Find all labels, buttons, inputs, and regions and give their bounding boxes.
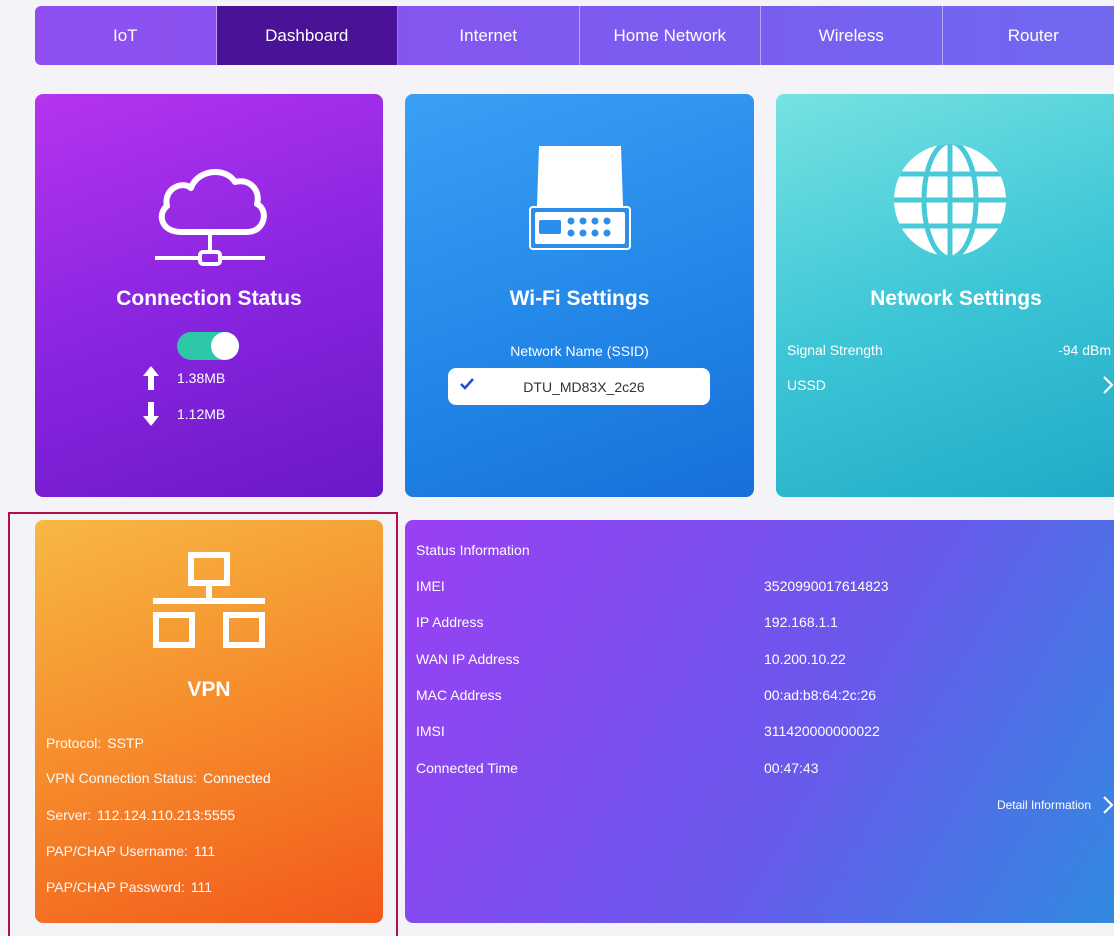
vpn-protocol: Protocol: SSTP: [46, 735, 144, 751]
status-information-title: Status Information: [416, 542, 530, 558]
status-information-card: Status Information IMEI 3520990017614823…: [405, 520, 1114, 923]
tab-internet[interactable]: Internet: [398, 6, 580, 65]
router-icon: [529, 146, 631, 250]
vpn-title: VPN: [187, 678, 231, 701]
connection-toggle[interactable]: [177, 332, 239, 360]
vpn-connection-status-value: Connected: [202, 770, 271, 786]
ip-address-label: IP Address: [416, 614, 484, 630]
wan-ip-label: WAN IP Address: [416, 651, 520, 667]
tab-router[interactable]: Router: [943, 6, 1114, 65]
wan-ip-value: 10.200.10.22: [764, 651, 846, 667]
tab-home-network[interactable]: Home Network: [580, 6, 761, 65]
check-icon: [460, 378, 474, 390]
signal-strength-label: Signal Strength: [787, 342, 883, 358]
mac-address-label: MAC Address: [416, 687, 502, 703]
ssid-box[interactable]: DTU_MD83X_2c26: [448, 368, 710, 405]
signal-strength-row: Signal Strength -94 dBm: [787, 342, 1111, 358]
network-topology-icon: [153, 552, 265, 648]
tab-iot[interactable]: IoT: [35, 6, 217, 65]
chevron-right-icon: [1103, 796, 1113, 814]
globe-icon: [894, 144, 1006, 256]
vpn-connection-status: VPN Connection Status: Connected: [46, 770, 271, 786]
vpn-username: PAP/CHAP Username: 111: [46, 843, 215, 859]
main-nav: IoT Dashboard Internet Home Network Wire…: [35, 6, 1114, 65]
connected-time-value: 00:47:43: [764, 760, 819, 776]
imei-value: 3520990017614823: [764, 578, 889, 594]
vpn-username-label: PAP/CHAP Username:: [46, 843, 188, 859]
download-value: 1.12MB: [177, 406, 226, 422]
chevron-right-icon[interactable]: [1103, 376, 1113, 394]
ussd-row[interactable]: USSD: [787, 376, 1113, 394]
wifi-settings-title: Wi-Fi Settings: [509, 287, 650, 310]
download-traffic: 1.12MB: [143, 402, 225, 426]
vpn-password-value: 111: [190, 879, 213, 895]
network-settings-title: Network Settings: [870, 287, 1042, 310]
ssid-value: DTU_MD83X_2c26: [523, 378, 645, 395]
upload-value: 1.38MB: [177, 370, 226, 386]
ssid-label: Network Name (SSID): [510, 343, 649, 359]
vpn-server-value: 112.124.110.213:5555: [97, 807, 236, 823]
vpn-server-label: Server:: [46, 807, 92, 823]
mac-address-value: 00:ad:b8:64:2c:26: [764, 687, 877, 703]
signal-strength-value: -94 dBm: [1058, 342, 1111, 358]
vpn-protocol-value: SSTP: [107, 735, 144, 751]
vpn-password: PAP/CHAP Password: 111: [46, 879, 212, 895]
upload-traffic: 1.38MB: [143, 366, 225, 390]
network-settings-card[interactable]: Network Settings Signal Strength -94 dBm…: [776, 94, 1114, 497]
imsi-value: 311420000000022: [764, 723, 880, 739]
imei-label: IMEI: [416, 578, 445, 594]
ussd-label: USSD: [787, 377, 826, 393]
tab-wireless[interactable]: Wireless: [761, 6, 943, 65]
vpn-username-value: 111: [193, 843, 216, 859]
vpn-server: Server: 112.124.110.213:5555: [46, 807, 235, 823]
connected-time-label: Connected Time: [416, 760, 518, 776]
vpn-card[interactable]: VPN Protocol: SSTP VPN Connection Status:…: [35, 520, 383, 923]
detail-information-link[interactable]: Detail Information: [997, 796, 1113, 814]
vpn-protocol-label: Protocol:: [46, 735, 102, 751]
connection-status-title: Connection Status: [116, 287, 302, 310]
wifi-settings-card[interactable]: Wi-Fi Settings Network Name (SSID) DTU_M…: [405, 94, 754, 497]
connection-status-card[interactable]: Connection Status 1.38MB 1.12MB: [35, 94, 383, 497]
arrow-down-icon: [143, 402, 159, 426]
vpn-password-label: PAP/CHAP Password:: [46, 879, 185, 895]
vpn-connection-status-label: VPN Connection Status:: [46, 770, 197, 786]
tab-dashboard[interactable]: Dashboard: [216, 6, 398, 65]
detail-information-label: Detail Information: [996, 798, 1091, 812]
cloud-network-icon: [155, 169, 267, 266]
ip-address-value: 192.168.1.1: [764, 614, 838, 630]
arrow-up-icon: [143, 366, 159, 390]
imsi-label: IMSI: [416, 723, 445, 739]
